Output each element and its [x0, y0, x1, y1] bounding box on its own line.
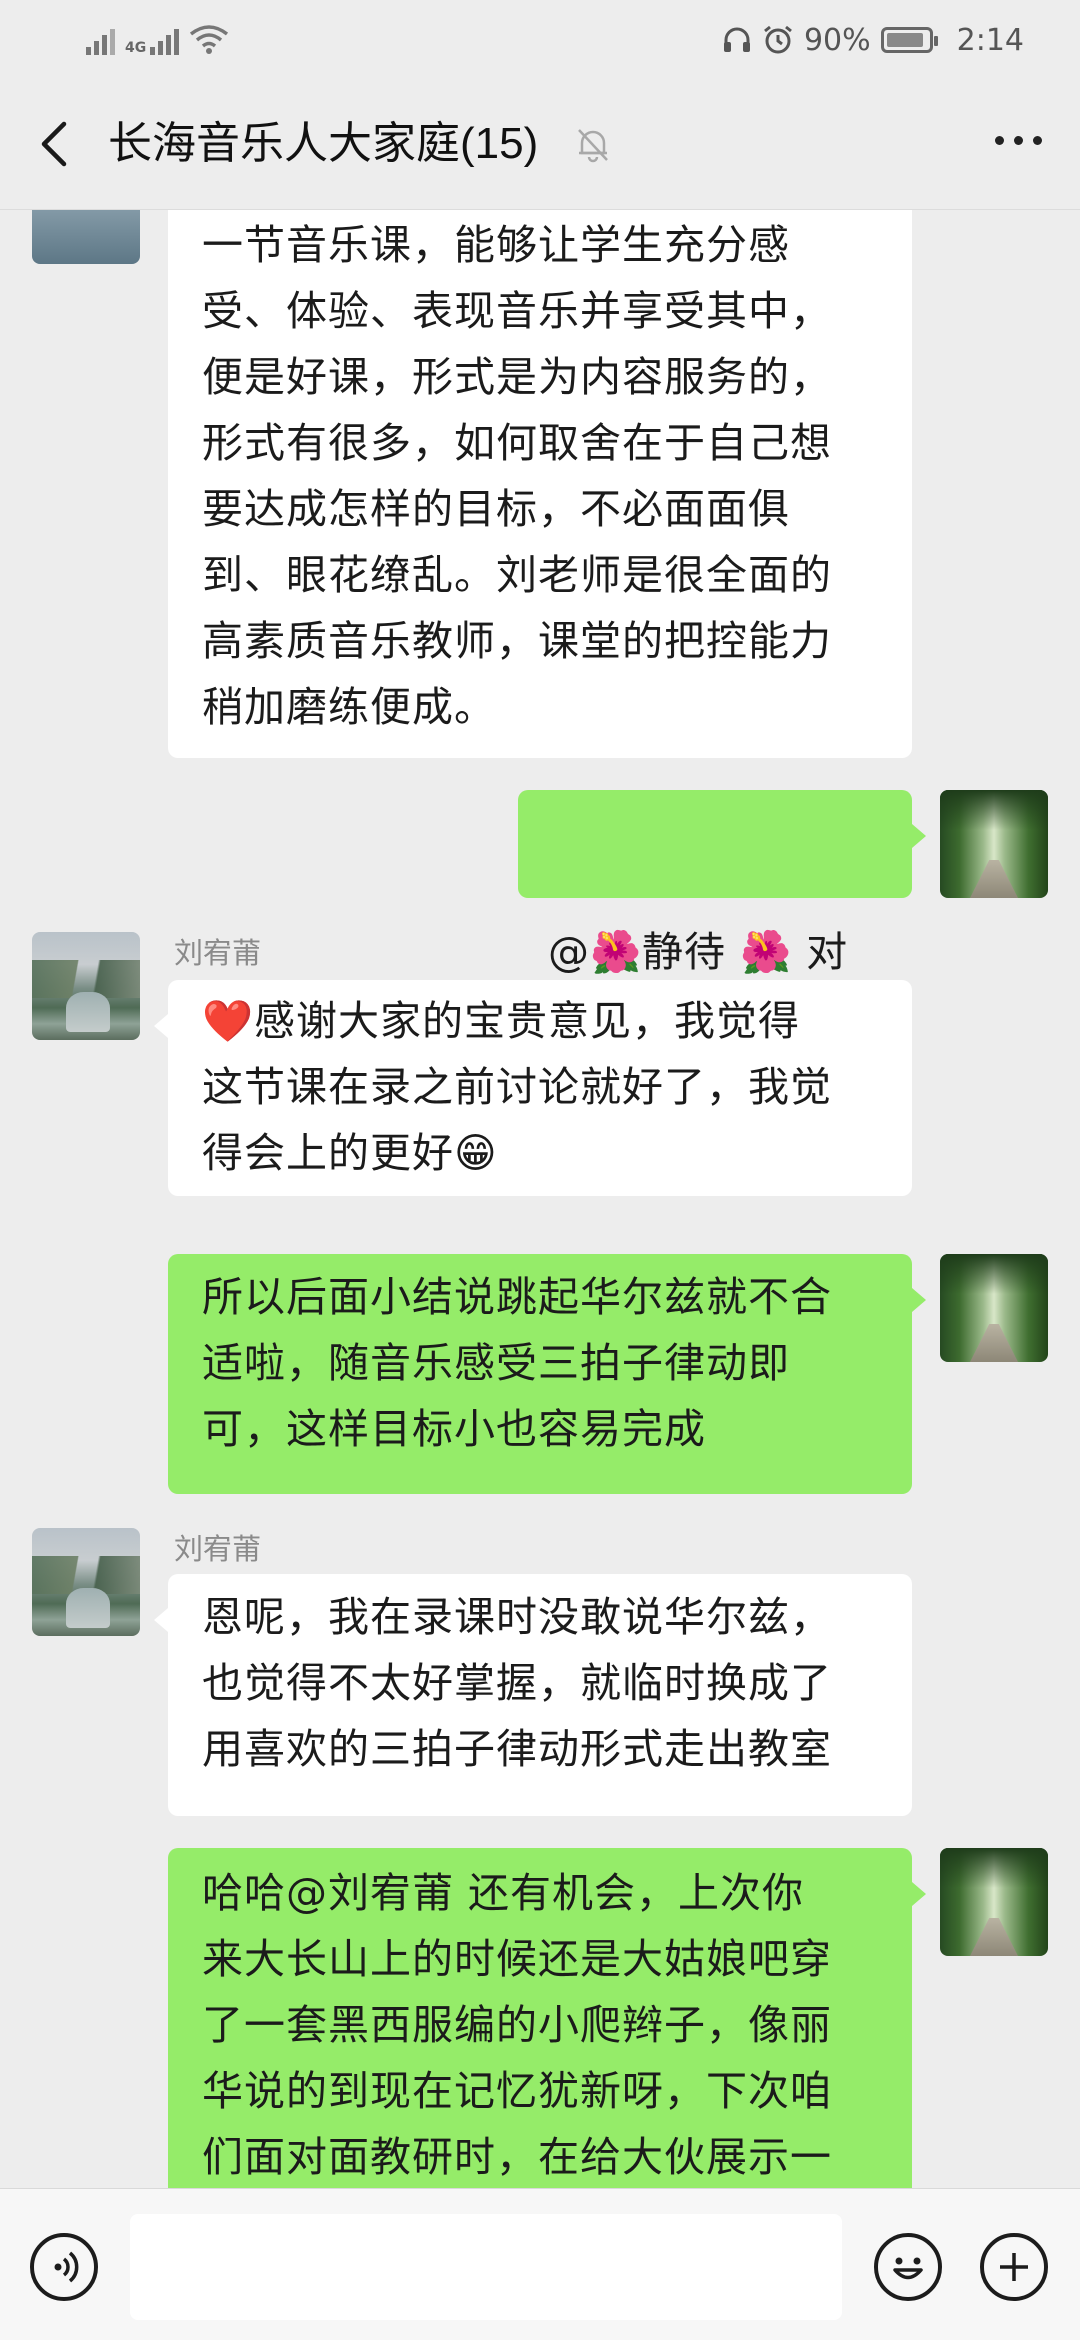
mute-bell-icon: [578, 129, 608, 163]
alarm-icon: [764, 25, 792, 54]
input-bar: [0, 2188, 1080, 2340]
avatar[interactable]: [32, 210, 140, 264]
avatar[interactable]: [32, 1528, 140, 1636]
back-chevron-icon[interactable]: [30, 116, 80, 172]
network-label: 4G: [125, 40, 147, 56]
status-right: 90% 2:14: [722, 16, 1024, 64]
message-list[interactable]: 一节音乐课，能够让学生充分感 受、体验、表现音乐并享受其中， 便是好课，形式是为…: [0, 210, 1080, 2188]
message-bubble-sent[interactable]: @🌺静待 🌺 对: [518, 790, 926, 976]
headphones-icon: [723, 27, 750, 52]
avatar[interactable]: [940, 1254, 1048, 1362]
plus-button[interactable]: [980, 2233, 1048, 2301]
sender-name: 刘宥莆: [174, 1532, 262, 1566]
battery-percent: 90%: [803, 22, 871, 58]
battery-fill: [886, 33, 923, 47]
avatar[interactable]: [32, 932, 140, 1040]
chat-header: 长海音乐人大家庭(15): [0, 80, 1080, 210]
message-bubble-received[interactable]: 一节音乐课，能够让学生充分感 受、体验、表现音乐并享受其中， 便是好课，形式是为…: [168, 210, 912, 758]
wifi-icon: [190, 25, 229, 54]
sender-name: 刘宥莆: [174, 936, 262, 970]
message-bubble-received[interactable]: ❤️感谢大家的宝贵意见，我觉得 这节课在录之前讨论就好了，我觉 得会上的更好😁: [154, 980, 912, 1196]
message-bubble-sent[interactable]: 哈哈@刘宥莆 还有机会，上次你 来大长山上的时候还是大姑娘吧穿 了一套黑西服编的…: [168, 1848, 926, 2188]
chat-title: 长海音乐人大家庭(15): [108, 119, 539, 168]
status-bar: 4G 90% 2:14: [0, 0, 1080, 80]
message-input[interactable]: [130, 2214, 842, 2320]
voice-icon: [54, 2251, 79, 2283]
avatar[interactable]: [940, 1848, 1048, 1956]
message-text: @🌺静待 🌺 对: [548, 928, 849, 976]
battery-icon: [880, 27, 938, 53]
voice-button[interactable]: [30, 2233, 98, 2301]
emoji-button[interactable]: [874, 2233, 942, 2301]
message-bubble-received[interactable]: 恩呢，我在录课时没敢说华尔兹， 也觉得不太好掌握，就临时换成了 用喜欢的三拍子律…: [154, 1574, 912, 1816]
message-bubble-sent[interactable]: 所以后面小结说跳起华尔兹就不合 适啦，随音乐感受三拍子律动即 可，这样目标小也容…: [168, 1254, 926, 1494]
more-dots-icon[interactable]: [995, 136, 1042, 145]
avatar[interactable]: [940, 790, 1048, 898]
emoji-icon: [893, 2257, 923, 2280]
signal-4g-icon: 4G: [125, 25, 180, 56]
status-time: 2:14: [956, 22, 1024, 58]
plus-icon: [1000, 2253, 1028, 2281]
status-left: 4G: [86, 18, 229, 62]
no-sim-signal-icon: [86, 25, 115, 55]
